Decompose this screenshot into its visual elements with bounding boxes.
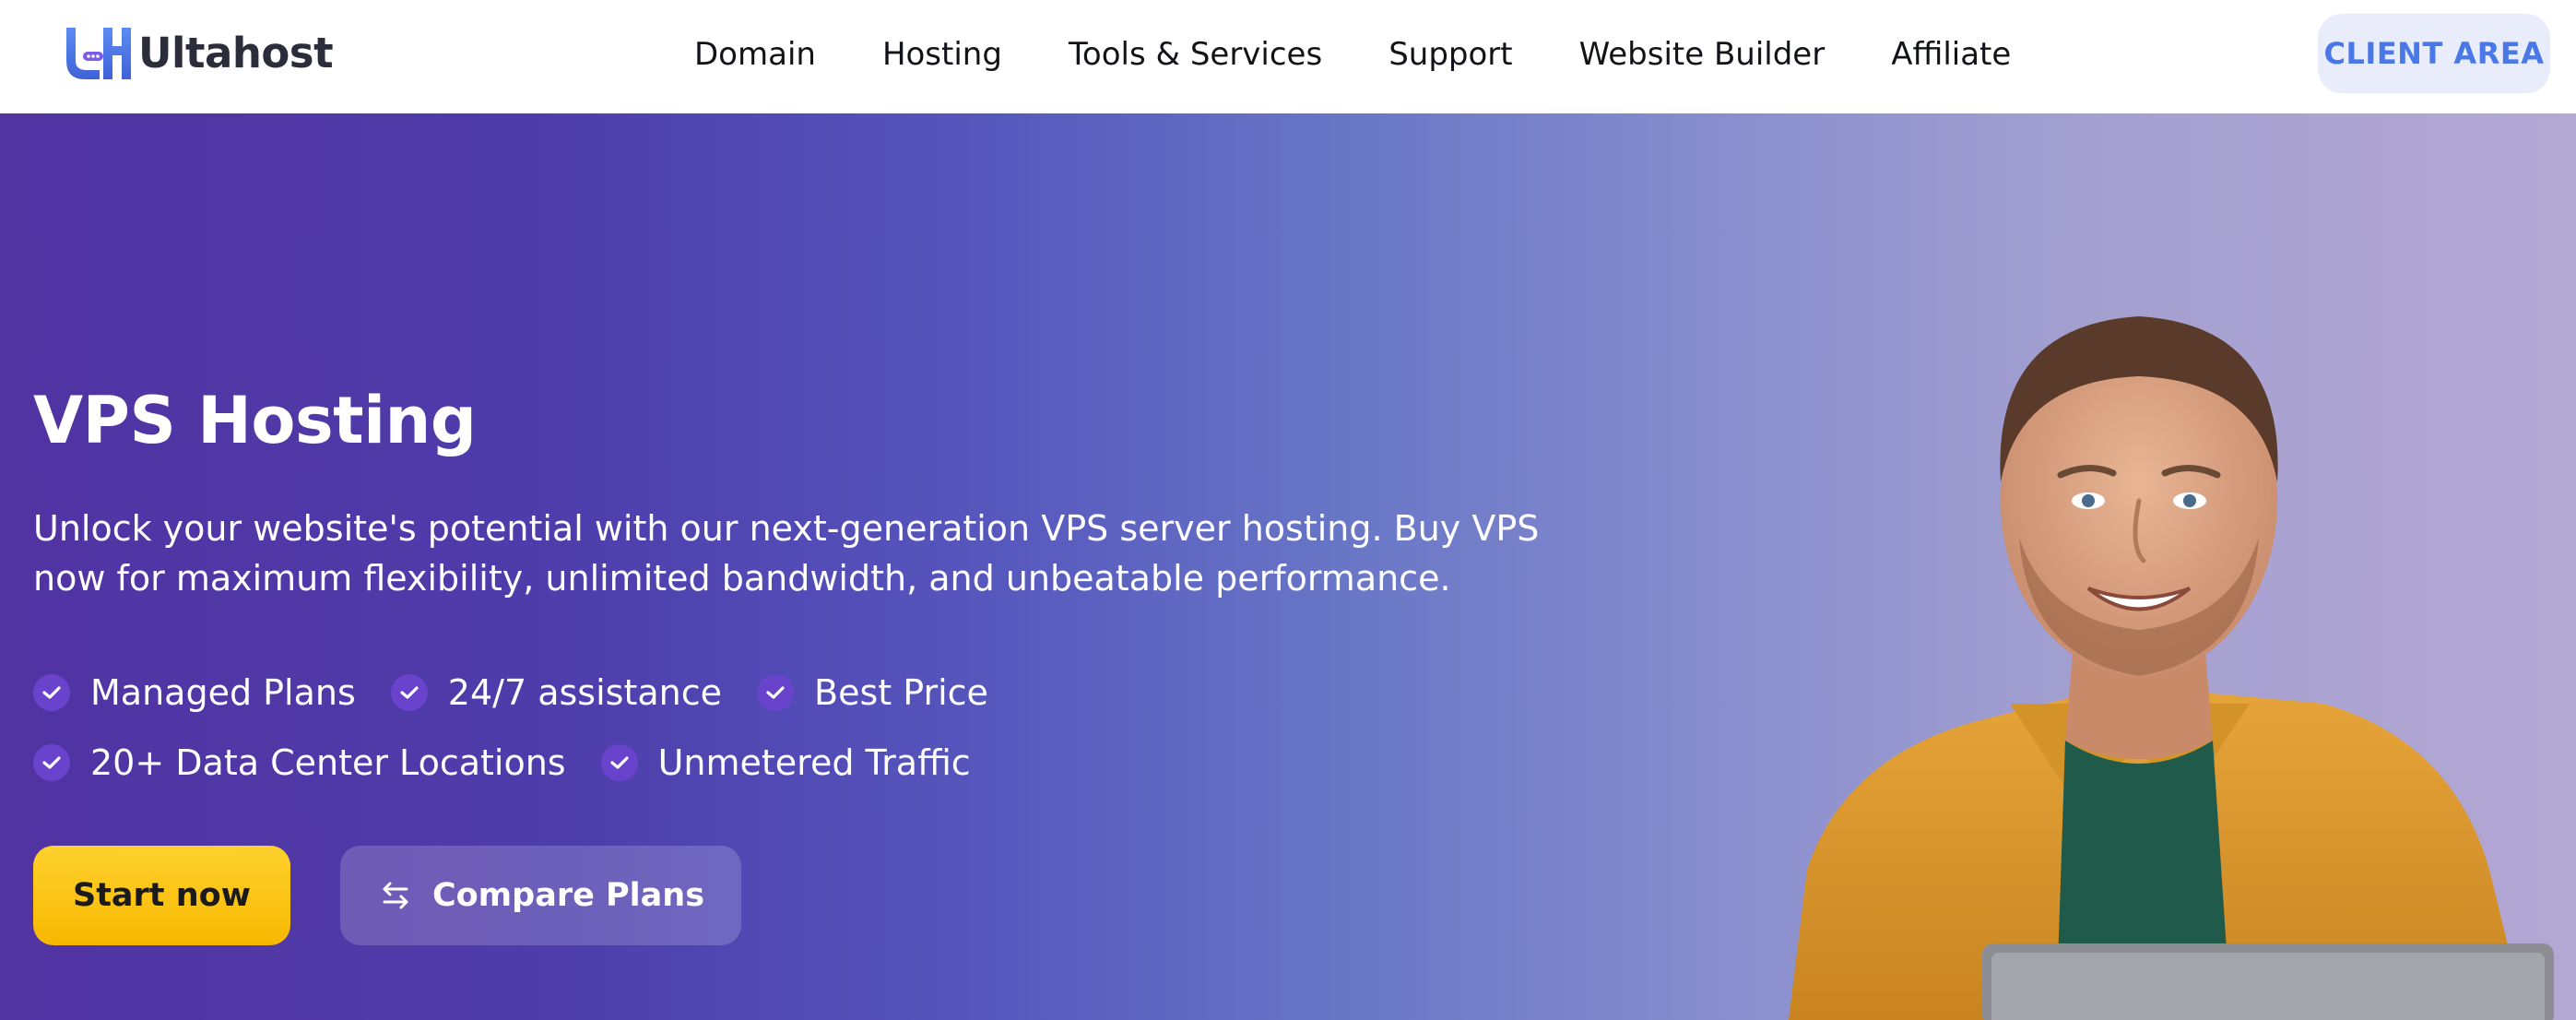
- check-icon: [390, 674, 428, 711]
- feature-list: Managed Plans 24/7 assistance Best Price: [33, 658, 1140, 798]
- main-nav: Domain Hosting Tools & Services Support …: [694, 0, 2077, 109]
- site-header: Ultahost Domain Hosting Tools & Services…: [0, 0, 2576, 113]
- logo-mark-icon: [66, 28, 131, 79]
- nav-item-website-builder[interactable]: Website Builder: [1579, 36, 1826, 73]
- feature-label: 24/7 assistance: [447, 672, 722, 713]
- compare-arrows-icon: [383, 882, 408, 909]
- feature-label: Managed Plans: [90, 672, 356, 713]
- check-icon: [33, 674, 70, 711]
- nav-item-hosting[interactable]: Hosting: [882, 36, 1002, 73]
- feature-label: Unmetered Traffic: [657, 742, 971, 783]
- compare-plans-button[interactable]: Compare Plans: [340, 846, 741, 945]
- start-now-button[interactable]: Start now: [33, 846, 290, 945]
- page-title: VPS Hosting: [33, 383, 477, 458]
- feature-item: Unmetered Traffic: [600, 742, 971, 783]
- feature-row: 20+ Data Center Locations Unmetered Traf…: [33, 728, 1140, 798]
- compare-plans-label: Compare Plans: [431, 877, 705, 914]
- feature-label: 20+ Data Center Locations: [90, 742, 566, 783]
- feature-item: Managed Plans: [33, 672, 356, 713]
- feature-item: Best Price: [757, 672, 988, 713]
- feature-item: 24/7 assistance: [390, 672, 722, 713]
- check-icon: [600, 744, 638, 781]
- nav-item-domain[interactable]: Domain: [694, 36, 816, 73]
- nav-item-tools-services[interactable]: Tools & Services: [1069, 36, 1322, 73]
- client-area-button[interactable]: CLIENT AREA: [2318, 14, 2550, 93]
- hero-description: Unlock your website's potential with our…: [33, 508, 1540, 599]
- nav-item-affiliate[interactable]: Affiliate: [1891, 36, 2011, 73]
- logo-text: Ultahost: [138, 28, 334, 77]
- feature-item: 20+ Data Center Locations: [33, 742, 566, 783]
- feature-label: Best Price: [814, 672, 988, 713]
- check-icon: [757, 674, 794, 711]
- nav-item-support[interactable]: Support: [1388, 36, 1512, 73]
- hero-section: VPS Hosting Unlock your website's potent…: [0, 113, 2576, 1020]
- hero-person-image: [1789, 316, 2554, 1020]
- feature-row: Managed Plans 24/7 assistance Best Price: [33, 658, 1140, 728]
- ultahost-logo[interactable]: Ultahost: [63, 24, 334, 81]
- check-icon: [33, 744, 70, 781]
